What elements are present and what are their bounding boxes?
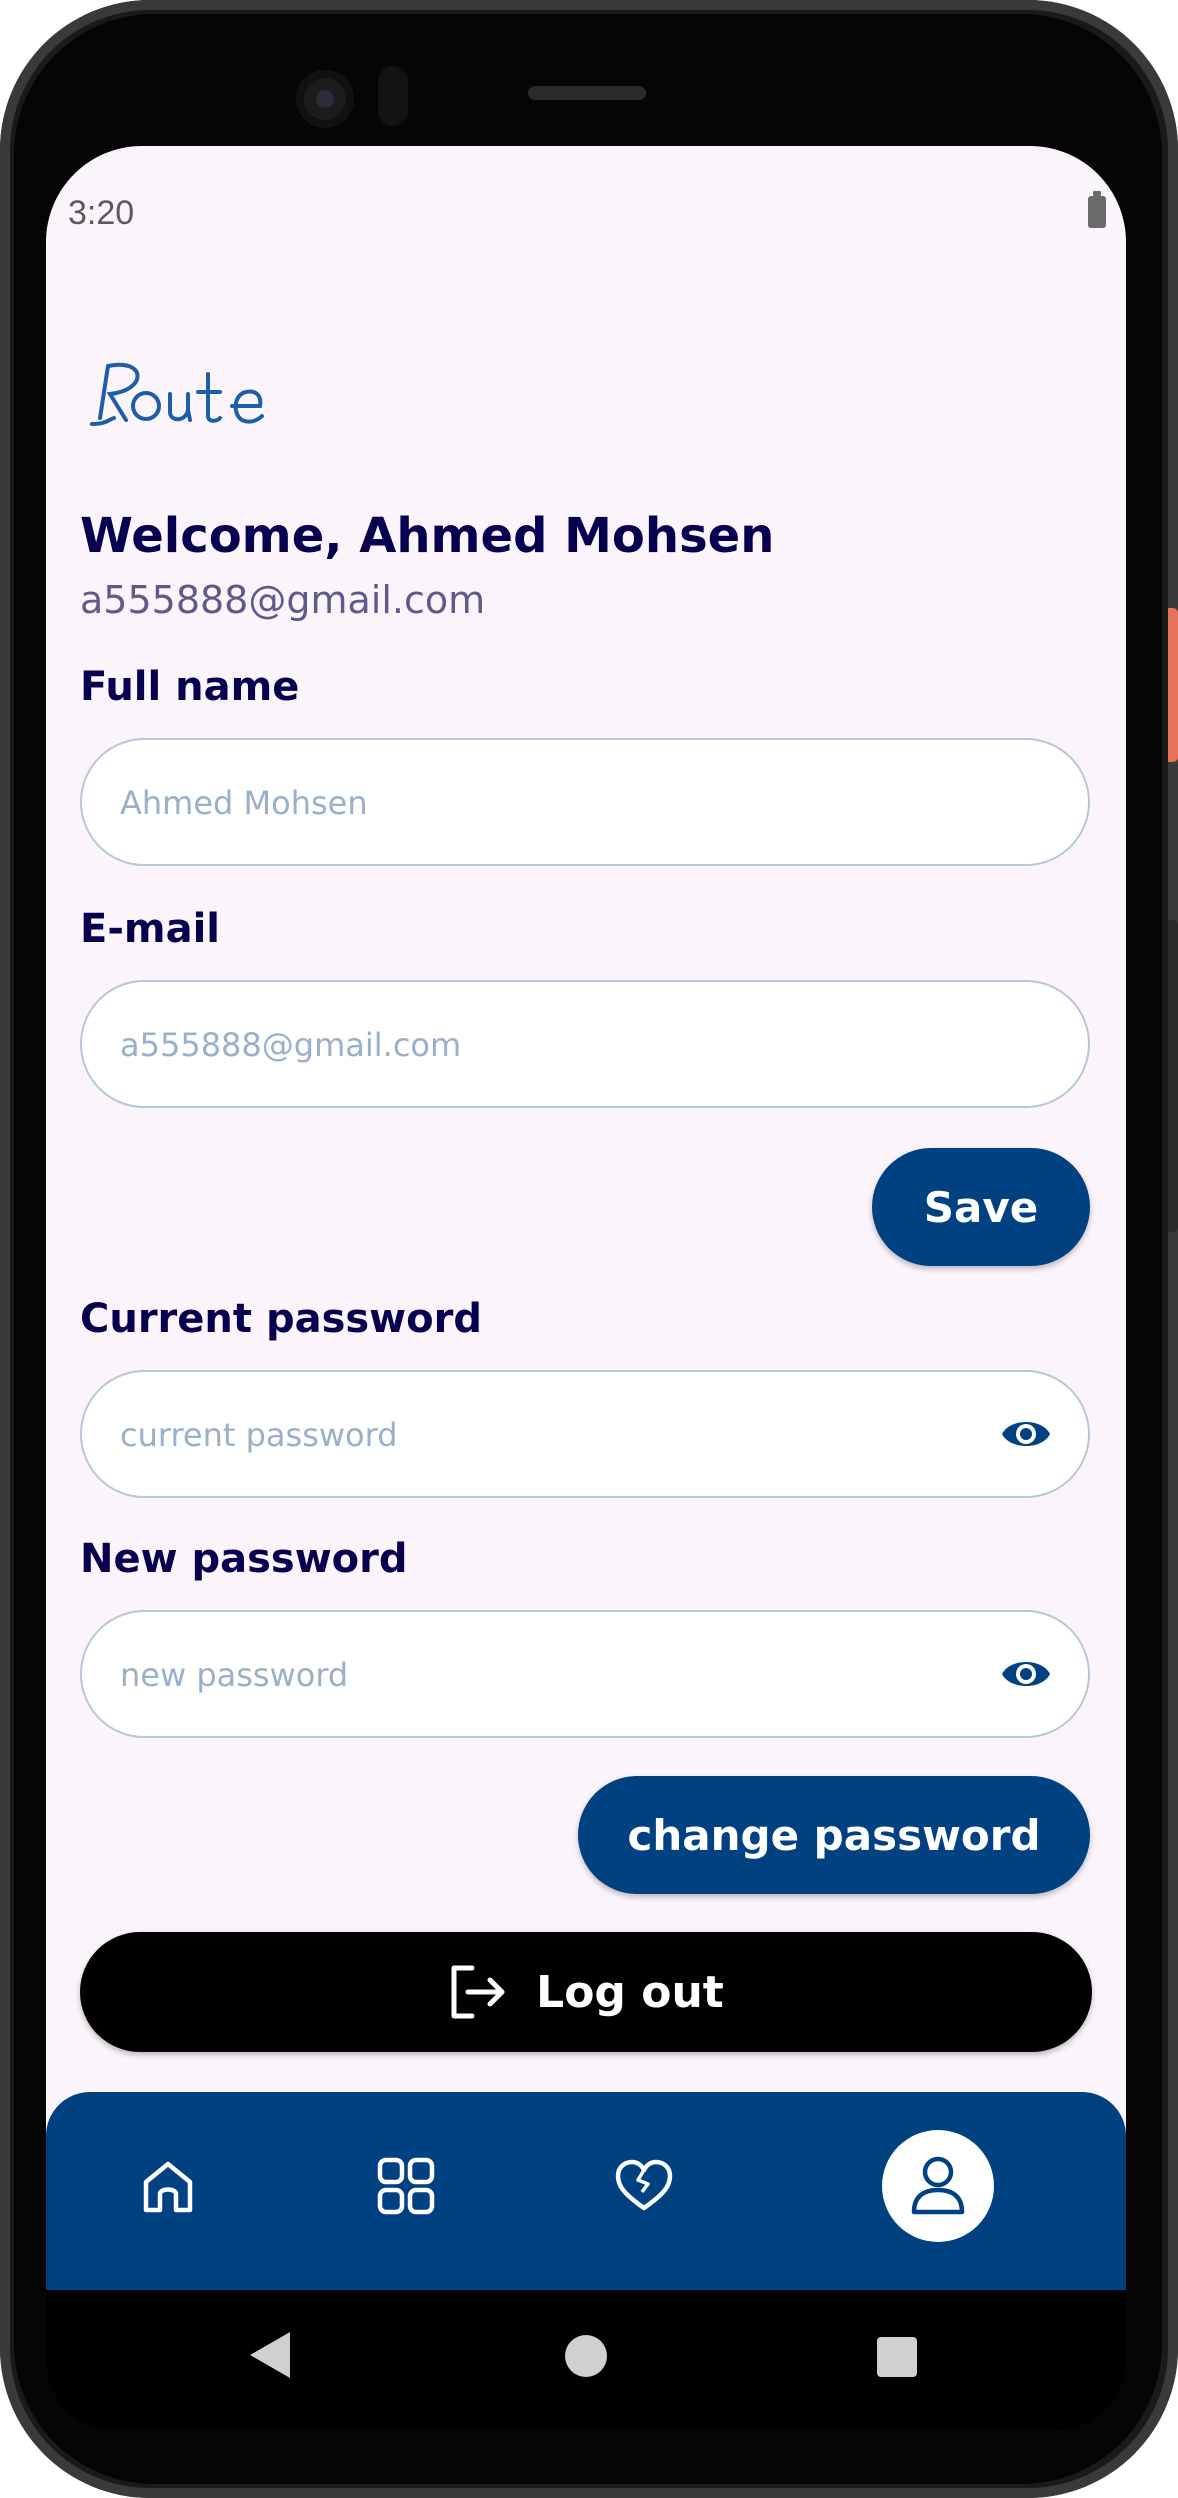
eye-icon[interactable] <box>1000 1412 1052 1456</box>
change-password-button[interactable]: change password <box>578 1776 1090 1894</box>
email-label: E-mail <box>80 906 221 952</box>
welcome-heading: Welcome, Ahmed Mohsen <box>80 508 775 564</box>
back-icon[interactable] <box>248 2330 292 2380</box>
status-time: 3:20 <box>68 194 135 232</box>
nav-home[interactable] <box>112 2130 224 2242</box>
app-screen: 3:20 Welcome, Ahmed Mohsen a555888@gmail… <box>46 146 1126 2290</box>
person-icon <box>911 2156 965 2215</box>
bottom-navigation <box>46 2092 1126 2290</box>
nav-categories[interactable] <box>350 2130 462 2242</box>
nav-wishlist[interactable] <box>588 2130 700 2242</box>
welcome-email: a555888@gmail.com <box>80 578 486 622</box>
full-name-field[interactable] <box>80 738 1090 866</box>
full-name-input[interactable] <box>118 740 982 866</box>
earpiece-speaker <box>528 86 646 100</box>
logout-button[interactable]: Log out <box>80 1932 1092 2052</box>
email-field[interactable] <box>80 980 1090 1108</box>
new-password-label: New password <box>80 1536 408 1582</box>
save-button[interactable]: Save <box>872 1148 1090 1266</box>
current-password-label: Current password <box>80 1296 482 1342</box>
home-circle-icon[interactable] <box>564 2334 608 2378</box>
email-input[interactable] <box>118 982 982 1108</box>
grid-icon <box>377 2157 435 2215</box>
home-icon <box>143 2161 193 2213</box>
new-password-field[interactable] <box>80 1610 1090 1738</box>
current-password-field[interactable] <box>80 1370 1090 1498</box>
heart-icon <box>615 2159 673 2211</box>
full-name-label: Full name <box>80 664 300 710</box>
new-password-input[interactable] <box>118 1612 982 1738</box>
route-logo <box>90 362 264 426</box>
nav-profile[interactable] <box>882 2130 994 2242</box>
recents-square-icon[interactable] <box>876 2336 918 2378</box>
logout-icon <box>451 1965 505 2019</box>
power-button <box>1168 608 1178 762</box>
volume-button <box>1168 920 1178 1232</box>
logout-label: Log out <box>536 1966 724 2018</box>
front-camera <box>296 70 354 128</box>
eye-icon[interactable] <box>1000 1652 1052 1696</box>
current-password-input[interactable] <box>118 1372 982 1498</box>
battery-icon <box>1088 191 1106 228</box>
system-navigation-bar <box>46 2290 1126 2430</box>
proximity-sensor <box>378 66 408 126</box>
